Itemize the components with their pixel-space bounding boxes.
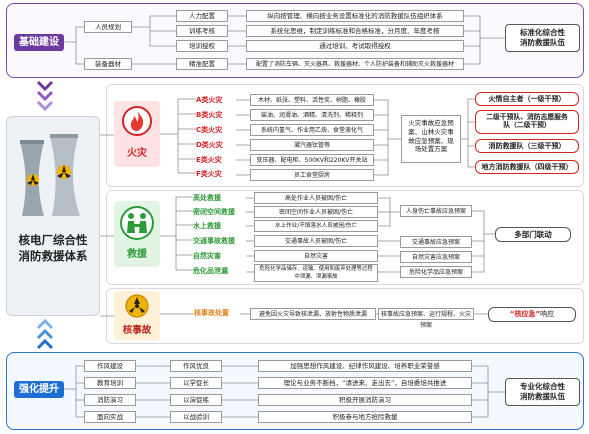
rescue-desc-water: 水上作业/不慎落水人员被困/伤亡 — [254, 220, 378, 232]
fire-desc-f: 员工食堂厨房 — [250, 169, 374, 181]
desc-drill-practice: 积极开展消防演习 — [258, 394, 472, 406]
rescue-type-confined: 密闭空间救援 — [193, 208, 235, 216]
professional-team-line2: 消防救援队伍 — [520, 391, 565, 401]
cat-actual-combat: 面向实战 — [84, 411, 136, 423]
rescue-desc-hazchem-line1: 危险化学品储存、运输、使用和废弃处理等过程 — [259, 266, 373, 272]
category-personnel-planning: 人员规划 — [84, 21, 132, 33]
desc-combat-test: 积极参与地方抢险救援 — [258, 411, 472, 423]
rescue-label: 救援 — [127, 249, 147, 260]
desc-good-style: 加强思想作风建设、纪律作风建设、培养职业荣誉感 — [258, 360, 472, 372]
fire-class-c: C类火灾 — [196, 126, 223, 134]
nuclear-response: “核应急”响应 — [488, 307, 576, 322]
nuclear-type: 核事故处置 — [194, 309, 229, 317]
standardized-team-line1: 标准化综合性 — [520, 28, 565, 37]
rescue-plan-casualty: 人身伤亡事故应急预案 — [400, 205, 472, 217]
rescue-desc-traffic: 交通事故人员被困/伤亡 — [254, 235, 378, 247]
nuclear-response-tail: 响应 — [540, 310, 555, 318]
core-title-line2: 消防救援体系 — [18, 248, 88, 263]
rescue-desc-confined: 密闭空间作业人员被困/伤亡 — [254, 206, 378, 218]
core-system-title: 核电厂综合性 消防救援体系 — [10, 233, 96, 264]
fire-class-e: E类火灾 — [196, 156, 222, 164]
fire-desc-c: 系统内氢气、作业用乙炔、食堂液化气 — [250, 124, 374, 136]
fire-plan-line4: 场处置方案 — [414, 145, 448, 154]
fire-desc-d: 凝汽器钛管等 — [250, 139, 374, 151]
fire-icon — [122, 106, 152, 136]
fire-level-2-line2: 队（二级干预） — [503, 121, 551, 130]
fire-level-4: 地方消防救援队（四级干预） — [475, 160, 579, 174]
reinforcement-heading: 强化提升 — [14, 381, 64, 398]
rescue-type-height: 高处救援 — [193, 194, 221, 202]
desc-learn-to-grow: 理论与业务不断档，“请进来、走出去”，自培委培共推进 — [258, 377, 472, 389]
fire-class-a: A类火灾 — [196, 96, 223, 104]
nuclear-desc: 避免因火灾导致核泄漏、放射性物质泄漏 — [250, 308, 376, 320]
sub-combat-test: 以战验训 — [170, 411, 222, 423]
rescue-type-hazchem: 危化品泄漏 — [193, 267, 228, 275]
sub-training-assessment: 训练考核 — [176, 25, 228, 37]
desc-precise-allocation: 配置了消防车辆、灭火器具、救援器材、个人防护装备和辅助灭火救援器材 — [246, 58, 464, 70]
chevron-down-icon — [36, 80, 54, 112]
nuclear-response-quote: “核应急” — [509, 310, 541, 318]
nuclear-label: 核事故 — [122, 325, 152, 336]
radiation-icon — [125, 294, 149, 318]
fire-class-d: D类火灾 — [196, 141, 223, 149]
rescue-desc-height: 高处作业人员被困/伤亡 — [254, 192, 378, 204]
cooling-tower-icon — [20, 134, 80, 216]
rescue-type-natural: 自然灾害 — [193, 252, 221, 260]
category-equipment: 装备器材 — [84, 58, 132, 70]
fire-label: 火灾 — [127, 148, 147, 159]
sub-staffing: 人力配置 — [176, 10, 228, 22]
chevron-up-icon — [36, 318, 54, 350]
cat-education-training: 教育培训 — [84, 377, 136, 389]
professional-team-result: 专业化综合性 消防救援队伍 — [505, 378, 580, 406]
standardized-team-result: 标准化综合性 消防救援队伍 — [505, 24, 580, 52]
rescue-plan-hazchem: 危险化学品应急预案 — [400, 266, 472, 278]
rescue-plan-natural: 自然灾害应急预案 — [400, 251, 472, 263]
cat-work-style: 作风建设 — [84, 360, 136, 372]
rescue-plan-traffic: 交通事故应急预案 — [400, 236, 472, 248]
multi-department-linkage: 多部门联动 — [495, 227, 571, 242]
fire-desc-a: 木材、纸张、塑料、活性炭、树脂、橡胶 — [250, 94, 374, 106]
fire-class-b: B类火灾 — [196, 111, 223, 119]
sub-drill-practice: 以演促练 — [170, 394, 222, 406]
desc-training-assessment: 系统化思维，制定训练标准和合格标准，分月度、年度考核 — [246, 25, 464, 37]
sub-learn-to-grow: 以学促长 — [170, 377, 222, 389]
fire-plan-line2: 案、山林火灾事 — [408, 127, 454, 136]
rescue-type-traffic: 交通事故救援 — [193, 237, 235, 245]
sub-training-authorization: 培训授权 — [176, 40, 228, 52]
fire-emergency-plan: 火灾事故应急预 案、山林火灾事 故应急预案、现 场处置方案 — [401, 115, 461, 163]
cat-fire-drill: 消防演习 — [84, 394, 136, 406]
nuclear-plan: 核事故应急预案、运行规程、火灾预案 — [378, 308, 474, 329]
sub-precise-allocation: 精准配置 — [176, 58, 228, 70]
fire-level-2: 二级干预队、消防志愿服务 队（二级干预） — [475, 110, 579, 134]
professional-team-line1: 专业化综合性 — [520, 382, 565, 391]
rescue-desc-hazchem: 危险化学品储存、运输、使用和废弃处理等过程 中泄漏、泄漏事故 — [254, 264, 378, 282]
fire-desc-e: 变压器、配电柜、500KV和220KV开关站 — [250, 154, 374, 166]
fire-class-f: F类火灾 — [196, 170, 222, 178]
rescue-desc-hazchem-line2: 中泄漏、泄漏事故 — [294, 274, 338, 280]
rescue-type-water: 水上救援 — [193, 222, 221, 230]
core-title-line1: 核电厂综合性 — [18, 233, 88, 247]
fire-plan-line3: 故应急预案、现 — [408, 136, 454, 145]
fire-desc-b: 柴油、润滑油、酒精、清洗剂、稀释剂 — [250, 109, 374, 121]
fire-level-1: 火情自主者（一级干预） — [475, 92, 579, 106]
desc-staffing: 纵向按管理、横向按业务设置标准化的消防救援队伍组织体系 — [246, 10, 464, 22]
desc-training-authorization: 通过培训、考试取得授权 — [246, 40, 464, 52]
standardized-team-line2: 消防救援队伍 — [520, 37, 565, 47]
sub-good-style: 作风优良 — [170, 360, 222, 372]
rescue-desc-natural: 自然灾害 — [254, 250, 378, 262]
basic-construction-heading: 基础建设 — [14, 34, 64, 51]
fire-level-3: 消防救援队（三级干预） — [475, 139, 579, 153]
people-rescue-icon — [120, 206, 154, 240]
fire-plan-line1: 火灾事故应急预 — [408, 119, 454, 127]
